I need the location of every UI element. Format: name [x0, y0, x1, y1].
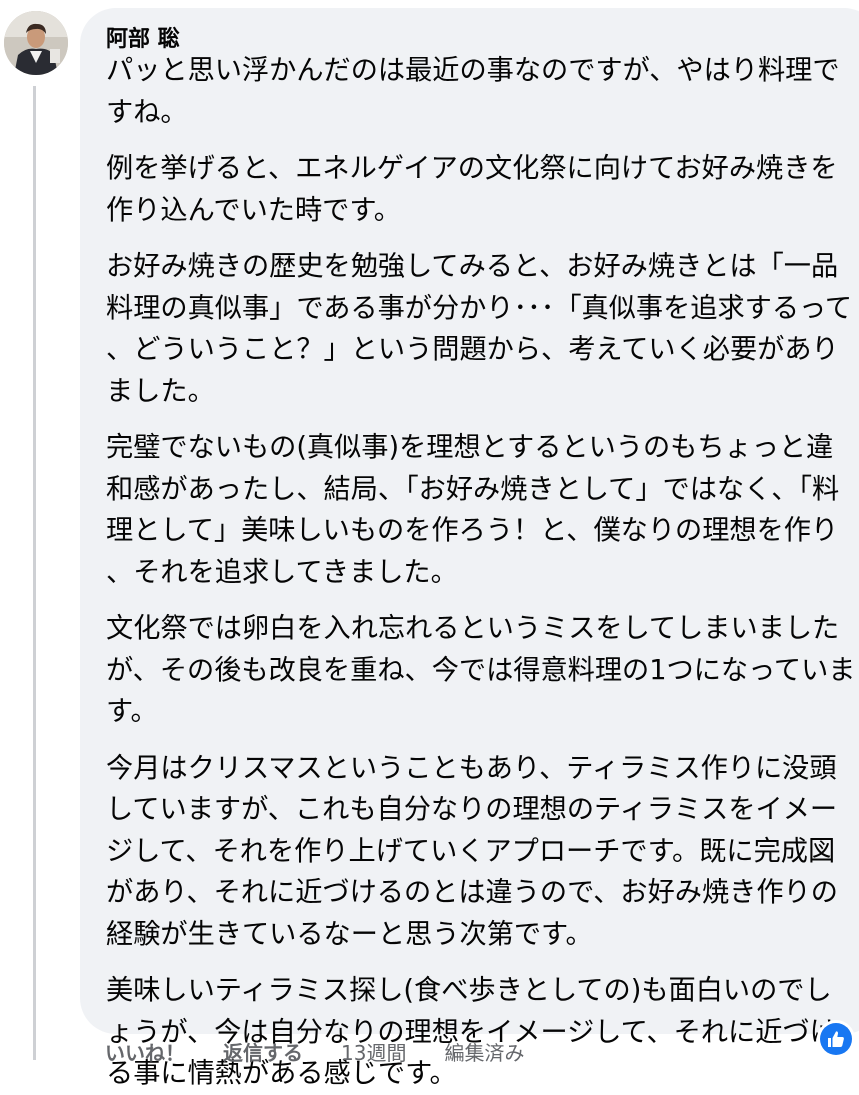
comment-actions: いいね！ 返信する 13週間 編集済み	[105, 1038, 562, 1068]
comment-paragraph: 完璧でないもの(真似事)を理想とするというのもちょっと違和感があったし、結局、「…	[106, 432, 840, 588]
reply-button[interactable]: 返信する	[223, 1038, 303, 1068]
reaction-badge-fill	[820, 1023, 852, 1055]
comment-paragraph: 美味しいティラミス探し(食べ歩きとしての)も面白いのでしょうが、今は自分なりの理…	[106, 975, 837, 1089]
avatar[interactable]	[4, 11, 68, 75]
comment-paragraph: お好み焼きの歴史を勉強してみると、お好み焼きとは「一品料理の真似事」である事が分…	[106, 251, 853, 407]
thumbs-up-icon	[828, 1031, 844, 1047]
comment-paragraph: 今月はクリスマスということもあり、ティラミス作りに没頭していますが、これも自分な…	[106, 752, 838, 950]
reaction-badge[interactable]	[817, 1020, 855, 1058]
like-button[interactable]: いいね！	[105, 1038, 185, 1068]
comment-paragraph: 例を挙げると、エネルゲイアの文化祭に向けてお好み焼きを作り込んでいた時です。	[106, 153, 838, 226]
thread-line	[33, 86, 36, 1060]
comment-paragraph: 文化祭では卵白を入れ忘れるというミスをしてしまいましたが、その後も改良を重ね、今…	[106, 613, 856, 727]
comment-paragraph: パッと思い浮かんだのは最近の事なのですが、やはり料理ですね。	[106, 55, 840, 128]
comment-bubble: 阿部 聡 パッと思い浮かんだのは最近の事なのですが、やはり料理ですね。 例を挙げ…	[80, 8, 859, 1089]
avatar-photo-icon	[4, 11, 68, 75]
comment-timestamp[interactable]: 13週間	[341, 1038, 406, 1068]
edited-label[interactable]: 編集済み	[444, 1038, 524, 1068]
